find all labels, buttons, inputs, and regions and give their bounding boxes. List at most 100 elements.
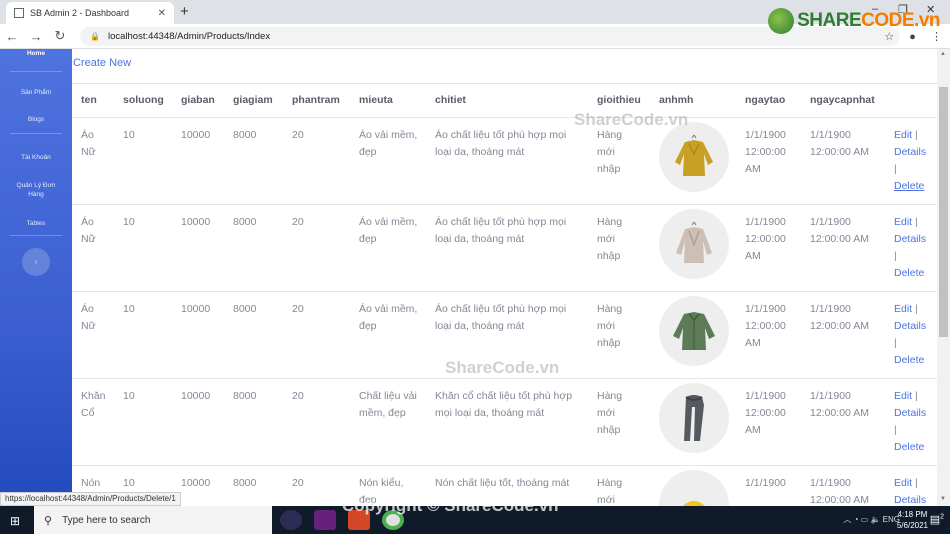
sidebar: Home Sản Phẩm Blogs Tài Khoản Quản Lý Đơ… bbox=[0, 49, 72, 506]
cell-gioithieu: Hàng mới nhập bbox=[597, 390, 623, 436]
sidebar-item-home[interactable]: Home bbox=[0, 49, 72, 58]
details-link[interactable]: Details bbox=[894, 146, 926, 158]
back-icon[interactable]: ← bbox=[0, 29, 24, 44]
edit-link[interactable]: Edit bbox=[894, 303, 912, 315]
cell-ngaycapnhat: 1/1/1900 12:00:00 AM bbox=[810, 477, 869, 506]
cell-phantram: 20 bbox=[292, 303, 304, 315]
edit-link[interactable]: Edit bbox=[894, 129, 912, 141]
app-icon-visual-studio[interactable] bbox=[314, 510, 336, 530]
cell-ngaycapnhat: 1/1/1900 12:00:00 AM bbox=[810, 129, 869, 158]
edit-link[interactable]: Edit bbox=[894, 216, 912, 228]
column-header-gioithieu: gioithieu bbox=[597, 94, 641, 106]
delete-link[interactable]: Delete bbox=[894, 267, 924, 279]
watermark: ShareCode.vn bbox=[445, 358, 560, 377]
cell-chitiet: Áo chất liệu tốt phù hợp mọi loại da, th… bbox=[435, 216, 567, 245]
address-url: localhost:44348/Admin/Products/Index bbox=[107, 30, 271, 42]
new-tab-button[interactable]: + bbox=[180, 3, 189, 20]
details-link[interactable]: Details bbox=[894, 407, 926, 419]
cell-ngaytao: 1/1/1900 12:00:00 AM bbox=[745, 390, 786, 436]
column-header-ten: ten bbox=[81, 94, 97, 106]
sidebar-item-quan-ly-don-hang[interactable]: Quản Lý Đơn Hàng bbox=[0, 181, 72, 199]
cell-chitiet: Áo chất liệu tốt phù hợp mọi loại da, th… bbox=[435, 303, 567, 332]
scroll-up-icon[interactable]: ▲ bbox=[940, 51, 946, 57]
cell-soluong: 10 bbox=[123, 129, 135, 141]
create-new-link[interactable]: Create New bbox=[73, 57, 131, 69]
sidebar-item-tai-khoan[interactable]: Tài Khoản bbox=[0, 153, 72, 162]
logo-suffix: .vn bbox=[914, 10, 940, 31]
row-actions: Edit | Details | Delete bbox=[894, 214, 934, 282]
tray-chevron-icon[interactable]: ︿ bbox=[843, 515, 851, 524]
action-separator: | bbox=[915, 303, 918, 315]
app-icon-eclipse[interactable] bbox=[280, 510, 302, 530]
clock-time: 4:18 PM bbox=[897, 510, 928, 519]
delete-link[interactable]: Delete bbox=[894, 354, 924, 366]
reload-icon[interactable]: ↻ bbox=[48, 28, 72, 44]
cell-giagiam: 8000 bbox=[233, 216, 257, 228]
notification-icon[interactable]: ▤2 bbox=[930, 513, 944, 526]
cell-ten: Áo Nữ bbox=[81, 216, 96, 245]
cell-gioithieu: Hàng mới nhập bbox=[597, 129, 623, 175]
cell-chitiet: Áo chất liệu tốt phù hợp mọi loại da, th… bbox=[435, 129, 567, 158]
details-link[interactable]: Details bbox=[894, 494, 926, 506]
taskbar-search[interactable]: ⚲ Type here to search bbox=[34, 506, 272, 534]
column-header-phantram: phantram bbox=[292, 94, 340, 106]
row-actions: Edit | Details | Delete bbox=[894, 127, 934, 195]
table-row: Khăn Cổ 10 10000 8000 20 Chất liệu vải m… bbox=[72, 378, 937, 465]
scrollbar-thumb[interactable] bbox=[939, 87, 948, 337]
forward-icon[interactable]: → bbox=[24, 29, 48, 44]
cell-ngaytao: 1/1/1900 12:00:00 AM bbox=[745, 129, 786, 175]
sidebar-divider bbox=[10, 71, 62, 72]
cell-gioithieu: Hàng mới bbox=[597, 477, 623, 506]
sidebar-toggle-button[interactable]: ‹ bbox=[22, 248, 50, 276]
table-row: Áo Nữ 10 10000 8000 20 Áo vải mềm, đẹp Á… bbox=[72, 117, 937, 204]
cell-giaban: 10000 bbox=[181, 216, 211, 228]
scroll-down-icon[interactable]: ▼ bbox=[940, 496, 946, 502]
action-separator: | bbox=[894, 337, 897, 349]
cell-gioithieu: Hàng mới nhập bbox=[597, 216, 623, 262]
column-header-anhmh: anhmh bbox=[659, 94, 694, 106]
battery-icon[interactable]: ▭ bbox=[861, 515, 869, 524]
edit-link[interactable]: Edit bbox=[894, 477, 912, 489]
delete-link[interactable]: Delete bbox=[894, 180, 924, 192]
cell-mieuta: Áo vải mềm, đẹp bbox=[359, 216, 418, 245]
column-header-mieuta: mieuta bbox=[359, 94, 393, 106]
taskbar-clock[interactable]: 4:18 PM 5/6/2021 bbox=[897, 509, 928, 531]
edit-link[interactable]: Edit bbox=[894, 390, 912, 402]
cell-soluong: 10 bbox=[123, 216, 135, 228]
logo-share: SHARE bbox=[797, 10, 862, 31]
cell-chitiet: Nón chất liệu tốt, thoáng mát bbox=[435, 477, 570, 489]
wifi-icon[interactable]: ◔ bbox=[854, 515, 859, 524]
volume-icon[interactable]: 🔈 bbox=[870, 515, 880, 524]
sharecode-logo: SHARE CODE .vn bbox=[768, 8, 940, 34]
cell-ngaytao: 1/1/1900 12:00:00 AM bbox=[745, 303, 786, 349]
vertical-scrollbar[interactable]: ▲ ▼ bbox=[937, 49, 950, 506]
delete-link[interactable]: Delete bbox=[894, 441, 924, 453]
status-bar-url: https://localhost:44348/Admin/Products/D… bbox=[0, 492, 181, 506]
cell-soluong: 10 bbox=[123, 303, 135, 315]
lock-icon: 🔒 bbox=[90, 31, 100, 41]
cell-giaban: 10000 bbox=[181, 303, 211, 315]
cell-soluong: 10 bbox=[123, 477, 135, 489]
sidebar-item-san-pham[interactable]: Sản Phẩm bbox=[0, 88, 72, 97]
details-link[interactable]: Details bbox=[894, 233, 926, 245]
column-header-soluong: soluong bbox=[123, 94, 164, 106]
windows-start-icon[interactable]: ⊞ bbox=[10, 514, 20, 528]
column-header-giaban: giaban bbox=[181, 94, 215, 106]
product-image-beige-sweater bbox=[659, 209, 729, 279]
details-link[interactable]: Details bbox=[894, 320, 926, 332]
sidebar-item-blogs[interactable]: Blogs bbox=[0, 115, 72, 124]
taskbar-search-placeholder: Type here to search bbox=[62, 514, 151, 526]
cell-giaban: 10000 bbox=[181, 129, 211, 141]
logo-orb-icon bbox=[768, 8, 795, 34]
page-favicon-icon bbox=[14, 8, 24, 18]
cell-ngaycapnhat: 1/1/1900 12:00:00 AM bbox=[810, 390, 869, 419]
cell-phantram: 20 bbox=[292, 477, 304, 489]
cell-soluong: 10 bbox=[123, 390, 135, 402]
sidebar-item-tables[interactable]: Tables bbox=[0, 219, 72, 228]
action-separator: | bbox=[894, 163, 897, 175]
cell-ten: Khăn Cổ bbox=[81, 390, 106, 419]
tab-close-icon[interactable]: ✕ bbox=[158, 8, 166, 19]
column-header-chitiet: chitiet bbox=[435, 94, 466, 106]
cell-giaban: 10000 bbox=[181, 477, 211, 489]
browser-tab[interactable]: SB Admin 2 - Dashboard ✕ bbox=[6, 2, 174, 24]
